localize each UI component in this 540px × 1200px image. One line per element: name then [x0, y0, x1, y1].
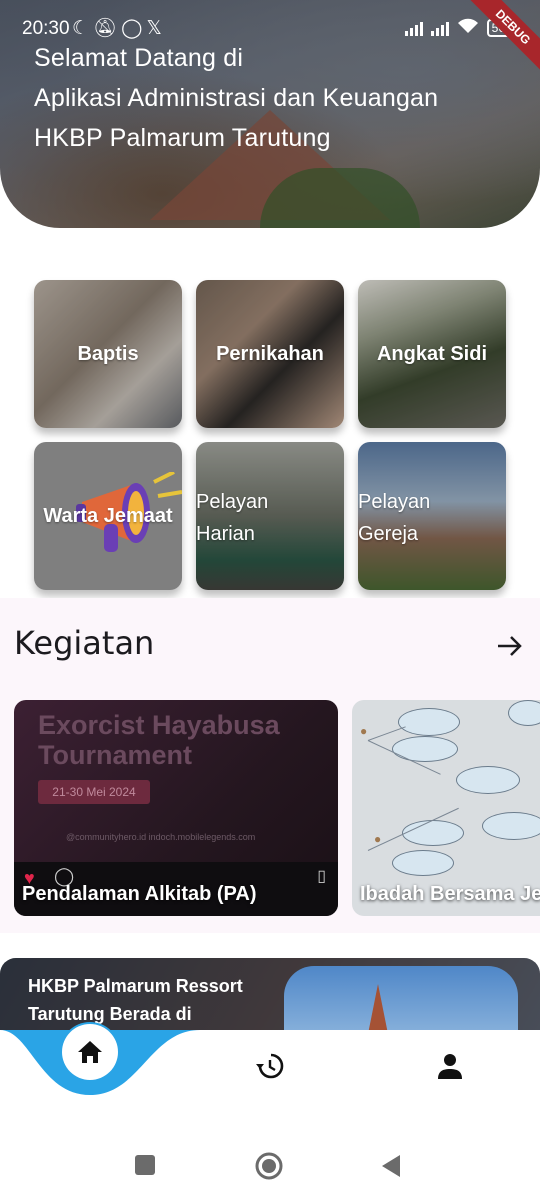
nav-home[interactable] — [62, 1024, 118, 1080]
nav-history[interactable] — [252, 1048, 288, 1084]
moon-icon: ☾ — [72, 18, 94, 39]
circle-icon[interactable] — [254, 1151, 284, 1181]
person-icon — [438, 1054, 462, 1079]
menu-label: Angkat Sidi — [376, 343, 487, 365]
menu-warta-jemaat[interactable]: Warta Jemaat — [34, 442, 182, 590]
poster-title: Exorcist Hayabusa Tournament — [38, 710, 280, 770]
menu-label: Pelayan Gereja — [358, 491, 431, 545]
menu-pernikahan[interactable]: Pernikahan — [196, 280, 344, 428]
activity-label: Pendalaman Alkitab (PA) — [22, 883, 257, 905]
x-icon: 𝕏 — [146, 18, 166, 39]
menu-baptis[interactable]: Baptis — [34, 280, 182, 428]
menu-label: Pernikahan — [216, 343, 324, 365]
menu-grid: Baptis Pernikahan Angkat Sidi Warta Jema… — [34, 280, 508, 590]
menu-pelayan-gereja[interactable]: Pelayan Gereja — [358, 442, 506, 590]
activity-card-pa[interactable]: Exorcist Hayabusa Tournament 21-30 Mei 2… — [14, 700, 338, 916]
wifi-icon — [457, 18, 479, 38]
section-title: Kegiatan — [14, 624, 155, 662]
activity-label: Ibadah Bersama Je — [360, 883, 540, 905]
info-text: HKBP Palmarum Ressort Tarutung Berada di — [28, 972, 243, 1028]
poster-date: 21-30 Mei 2024 — [38, 780, 150, 804]
status-bar: 20:30 ☾🔕︎◯𝕏 56 DEBUG — [0, 0, 540, 81]
menu-label: Baptis — [77, 343, 139, 365]
home-icon — [78, 1041, 102, 1063]
actor-icon: ● — [374, 832, 382, 846]
menu-angkat-sidi[interactable]: Angkat Sidi — [358, 280, 506, 428]
actor-icon: ● — [360, 724, 368, 738]
back-triangle-icon[interactable] — [380, 1154, 402, 1178]
nav-profile[interactable] — [432, 1048, 468, 1084]
arrow-right-icon[interactable] — [494, 630, 526, 662]
status-time: 20:30 — [22, 18, 70, 39]
menu-label: Warta Jemaat — [43, 505, 173, 527]
welcome-line-2: Aplikasi Administrasi dan Keuangan — [34, 84, 439, 112]
system-nav-bar — [0, 1140, 540, 1200]
menu-label: Pelayan Harian — [196, 491, 269, 545]
signal-icon-2 — [430, 20, 449, 36]
bookmark-icon: ▯ — [317, 868, 326, 885]
history-icon — [256, 1053, 284, 1079]
status-notification-icons: ☾🔕︎◯𝕏 — [72, 16, 166, 40]
info-line-2: Tarutung Berada di — [28, 1004, 192, 1024]
bell-off-icon: 🔕︎ — [93, 18, 122, 39]
welcome-line-3: HKBP Palmarum Tarutung — [34, 124, 331, 152]
activity-card-ibadah[interactable]: ● ● Ibadah Bersama Je — [352, 700, 540, 916]
signal-icon — [404, 20, 423, 36]
square-icon[interactable] — [134, 1154, 156, 1176]
info-line-1: HKBP Palmarum Ressort — [28, 976, 243, 996]
menu-pelayan-harian[interactable]: Pelayan Harian — [196, 442, 344, 590]
whatsapp-icon: ◯ — [121, 18, 147, 39]
poster-links: @communityhero.id indoch.mobilelegends.c… — [66, 832, 256, 842]
